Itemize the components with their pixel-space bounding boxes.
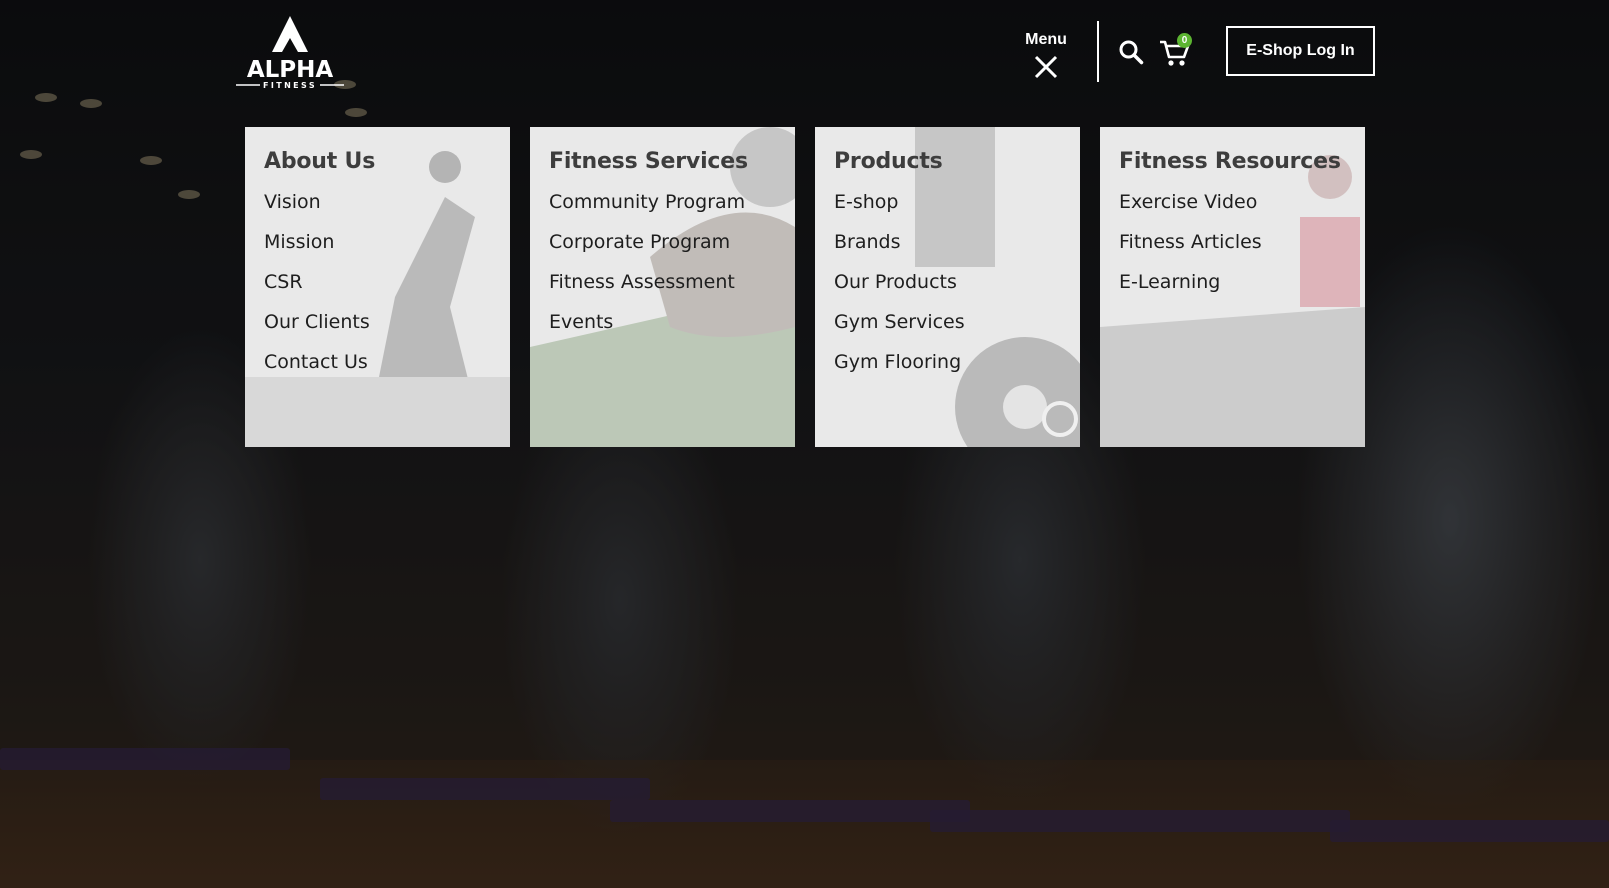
menu-link[interactable]: E-Learning [1119, 270, 1346, 294]
cart-count-badge: 0 [1177, 33, 1192, 48]
menu-link[interactable]: Corporate Program [549, 230, 776, 254]
menu-link[interactable]: Our Clients [264, 310, 491, 334]
menu-list: Community Program Corporate Program Fitnes… [549, 190, 776, 334]
menu-heading-about-us[interactable]: About Us [264, 147, 491, 177]
menu-list: Exercise Video Fitness Articles E-Learning [1119, 190, 1346, 294]
menu-link[interactable]: Mission [264, 230, 491, 254]
menu-link[interactable]: Vision [264, 190, 491, 214]
menu-link[interactable]: Exercise Video [1119, 190, 1346, 214]
menu-link[interactable]: Gym Services [834, 310, 1061, 334]
menu-list: Vision Mission CSR Our Clients Contact Us [264, 190, 491, 374]
menu-label: Menu [1025, 31, 1067, 48]
header-divider [1097, 21, 1099, 82]
alpha-fitness-logo[interactable]: ALPHA FITNESS [234, 14, 346, 90]
menu-panel-fitness-services: Fitness Services Community Program Corpora… [530, 127, 795, 447]
menu-panel-about-us: About Us Vision Mission CSR Our Clients Conta… [245, 127, 510, 447]
menu-panel-fitness-resources: Fitness Resources Exercise Video Fitness A… [1100, 127, 1365, 447]
menu-link[interactable]: Gym Flooring [834, 350, 1061, 374]
logo-word: ALPHA [247, 57, 334, 83]
background-dim-overlay [0, 0, 1609, 888]
menu-link[interactable]: Community Program [549, 190, 776, 214]
menu-link[interactable]: Fitness Articles [1119, 230, 1346, 254]
eshop-login-button[interactable]: E-Shop Log In [1226, 26, 1375, 76]
menu-panel-products: Products E-shop Brands Our Products Gym Serv… [815, 127, 1080, 447]
menu-link[interactable]: CSR [264, 270, 491, 294]
menu-heading-products[interactable]: Products [834, 147, 1061, 177]
menu-close-toggle[interactable]: Menu [1018, 30, 1074, 80]
logo-tagline: FITNESS [263, 81, 317, 90]
menu-list: E-shop Brands Our Products Gym Services Gym … [834, 190, 1061, 374]
menu-heading-fitness-resources[interactable]: Fitness Resources [1119, 147, 1346, 177]
menu-link[interactable]: E-shop [834, 190, 1061, 214]
menu-link[interactable]: Our Products [834, 270, 1061, 294]
search-icon[interactable] [1118, 39, 1144, 65]
menu-link[interactable]: Events [549, 310, 776, 334]
close-icon[interactable] [1033, 54, 1059, 80]
menu-link[interactable]: Brands [834, 230, 1061, 254]
menu-heading-fitness-services[interactable]: Fitness Services [549, 147, 776, 177]
menu-link[interactable]: Fitness Assessment [549, 270, 776, 294]
menu-link[interactable]: Contact Us [264, 350, 491, 374]
